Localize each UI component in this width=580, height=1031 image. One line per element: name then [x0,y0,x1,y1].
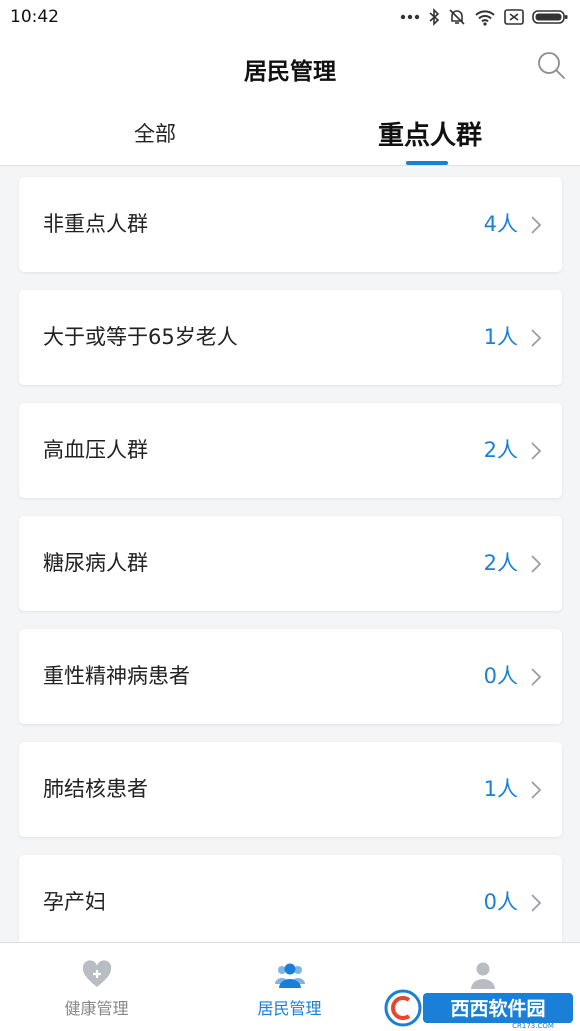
group-count: 0人 [483,664,518,688]
tab-all[interactable]: 全部 [55,100,255,166]
group-count: 0人 [483,890,518,914]
tab-key-groups[interactable]: 重点人群 [330,100,530,166]
status-bar: 10:42 [0,0,580,34]
heart-plus-icon [82,960,111,987]
group-count: 2人 [483,551,518,575]
list-item[interactable]: 孕产妇 0人 [19,855,562,942]
wifi-icon [475,10,495,26]
group-label: 非重点人群 [43,212,148,236]
group-label: 高血压人群 [43,438,148,462]
list-item[interactable]: 大于或等于65岁老人 1人 [19,290,562,385]
list-item[interactable]: 高血压人群 2人 [19,403,562,498]
tab-bar: 全部 重点人群 [0,100,580,166]
chevron-right-icon [531,555,542,573]
nav-label: 居民管理 [257,999,322,1018]
status-icons [400,8,568,26]
group-count: 1人 [483,777,518,801]
sim-icon [504,9,524,25]
search-icon[interactable] [536,50,566,80]
group-label: 重性精神病患者 [43,664,190,688]
status-time: 10:42 [10,7,59,27]
list-item[interactable]: 非重点人群 4人 [19,177,562,272]
chevron-right-icon [531,329,542,347]
chevron-right-icon [531,668,542,686]
group-count: 4人 [483,212,518,236]
group-count: 2人 [483,438,518,462]
group-label: 孕产妇 [43,890,106,914]
group-count: 1人 [483,325,518,349]
nav-health-management[interactable]: 健康管理 [0,943,193,1031]
nav-label: 健康管理 [64,999,129,1018]
bluetooth-icon [429,8,440,26]
title-bar: 居民管理 [0,34,580,100]
watermark-logo: 西西软件园 CR173.COM [384,989,573,1029]
mute-bell-icon [449,9,465,25]
chevron-right-icon [531,781,542,799]
page-title: 居民管理 [244,59,336,85]
group-list: 非重点人群 4人 大于或等于65岁老人 1人 高血压人群 2人 糖尿病人群 2人… [0,166,580,942]
group-label: 糖尿病人群 [43,551,148,575]
list-item[interactable]: 糖尿病人群 2人 [19,516,562,611]
people-icon [274,963,305,988]
svg-text:西西软件园: 西西软件园 [450,997,545,1020]
chevron-right-icon [531,442,542,460]
chevron-right-icon [531,216,542,234]
more-dots-icon [400,14,420,20]
active-tab-indicator [406,161,448,165]
group-label: 大于或等于65岁老人 [43,325,238,349]
list-item[interactable]: 重性精神病患者 0人 [19,629,562,724]
nav-resident-management[interactable]: 居民管理 [193,943,386,1031]
list-item[interactable]: 肺结核患者 1人 [19,742,562,837]
group-label: 肺结核患者 [43,777,148,801]
svg-text:CR173.COM: CR173.COM [512,1022,554,1029]
chevron-right-icon [531,894,542,912]
battery-icon [532,10,568,24]
